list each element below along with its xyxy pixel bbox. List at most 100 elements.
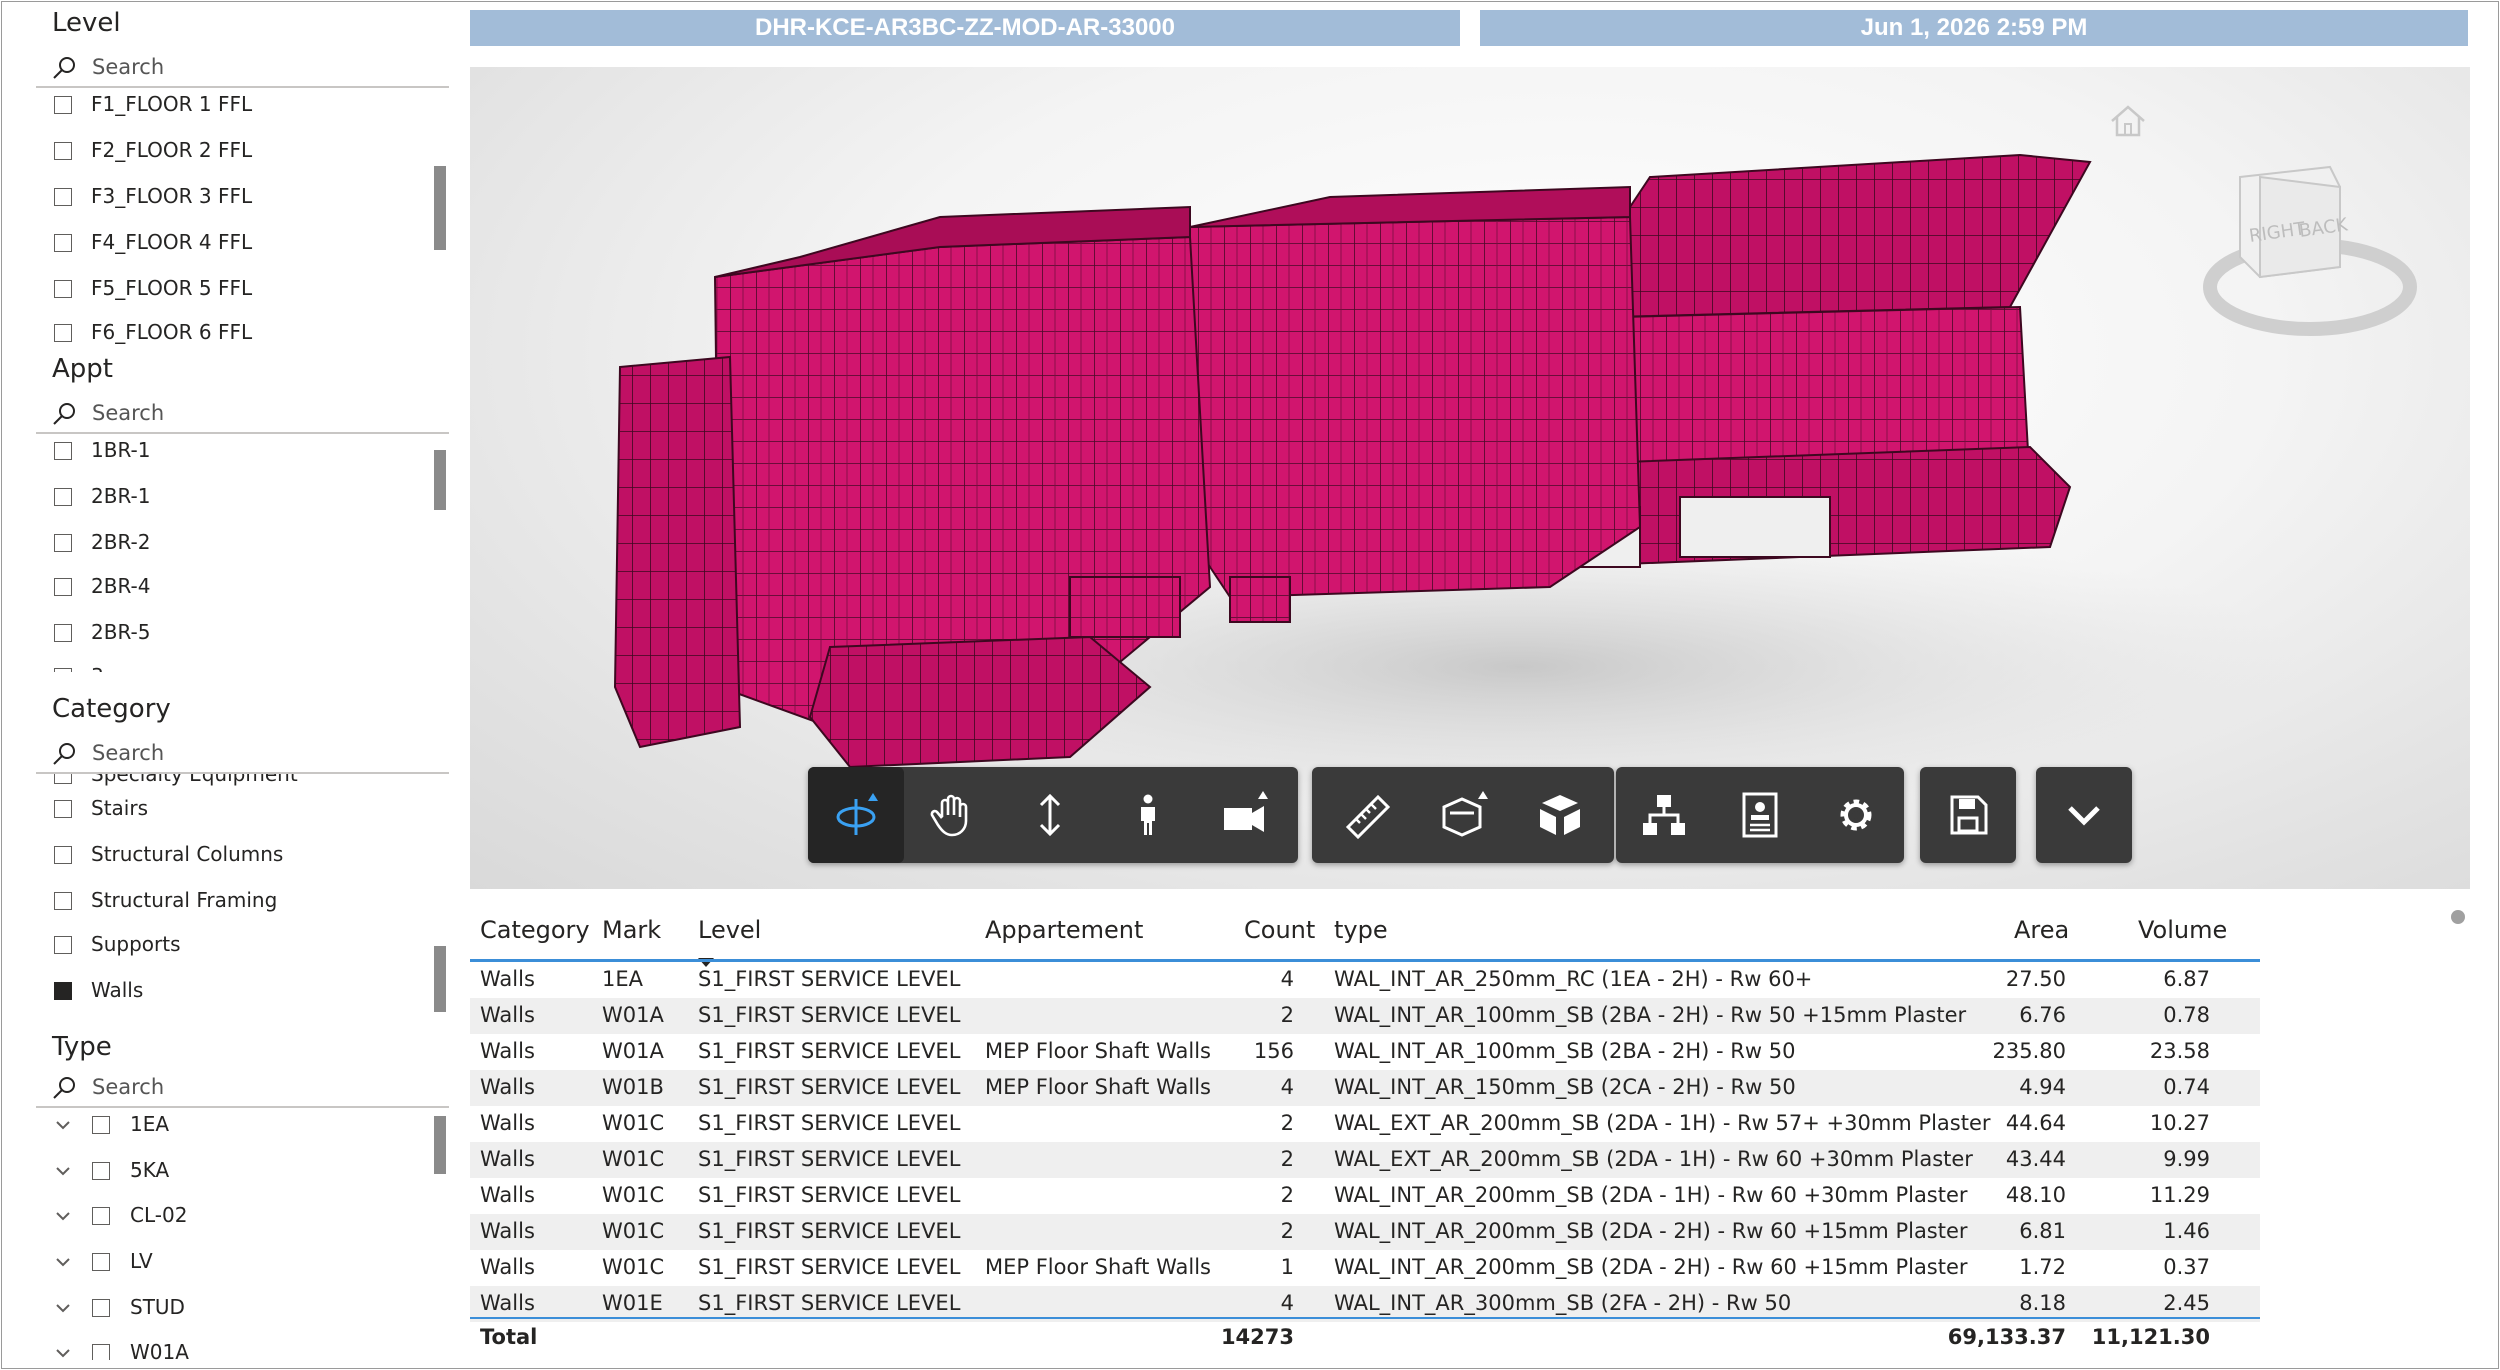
appt-search[interactable] (36, 396, 449, 434)
pan-button[interactable] (904, 767, 1000, 863)
level-scrollbar[interactable] (434, 166, 446, 250)
list-item[interactable]: F3_FLOOR 3 FFL (36, 182, 416, 216)
checkbox[interactable] (54, 936, 72, 954)
checkbox[interactable] (92, 1162, 110, 1180)
column-header-type[interactable]: type (1334, 916, 1388, 944)
table-row[interactable]: Walls W01A S1_FIRST SERVICE LEVEL 2 WAL_INT_… (470, 998, 2260, 1034)
explode-button[interactable] (1512, 767, 1608, 863)
column-header-level[interactable]: Level (698, 916, 761, 944)
checkbox[interactable] (54, 668, 72, 672)
list-item[interactable]: F5_FLOOR 5 FFL (36, 274, 416, 308)
checkbox[interactable] (54, 624, 72, 642)
appt-search-input[interactable] (92, 398, 422, 428)
checkbox[interactable] (54, 96, 72, 114)
column-header-mark[interactable]: Mark (602, 916, 661, 944)
chevron-down-icon[interactable] (52, 1251, 74, 1273)
checkbox[interactable] (54, 578, 72, 596)
tree-item[interactable]: CL-02 (36, 1201, 416, 1235)
table-row[interactable]: Walls W01C S1_FIRST SERVICE LEVEL 2 WAL_EXT_… (470, 1142, 2260, 1178)
level-search[interactable] (36, 50, 449, 88)
table-row[interactable]: Walls W01C S1_FIRST SERVICE LEVEL 2 WAL_INT_… (470, 1178, 2260, 1214)
checkbox[interactable] (92, 1344, 110, 1360)
table-row[interactable]: Walls W01C S1_FIRST SERVICE LEVEL 2 WAL_INT_… (470, 1214, 2260, 1250)
checkbox[interactable] (54, 188, 72, 206)
list-item[interactable]: 3 (36, 662, 416, 672)
walk-button[interactable] (1100, 767, 1196, 863)
chevron-down-icon[interactable] (52, 1114, 74, 1136)
list-item[interactable]: F4_FLOOR 4 FFL (36, 228, 416, 262)
save-button[interactable] (1920, 767, 2016, 863)
list-item[interactable]: 2BR-5 (36, 618, 416, 652)
tree-item[interactable]: W01A (36, 1338, 416, 1360)
chevron-down-icon[interactable] (52, 1342, 74, 1360)
appt-scrollbar[interactable] (434, 450, 446, 510)
measure-button[interactable] (1320, 767, 1416, 863)
column-header-appartement[interactable]: Appartement (985, 916, 1143, 944)
checkbox[interactable] (54, 280, 72, 298)
checkbox[interactable] (54, 534, 72, 552)
checkbox[interactable] (54, 324, 72, 342)
tree-item[interactable]: 1EA (36, 1110, 416, 1144)
table-row[interactable]: Walls W01C S1_FIRST SERVICE LEVEL 2 WAL_EXT_… (470, 1106, 2260, 1142)
chevron-down-icon[interactable] (52, 1160, 74, 1182)
column-header-volume[interactable]: Volume (2138, 916, 2227, 944)
checkbox[interactable] (54, 892, 72, 910)
checkbox[interactable] (54, 800, 72, 818)
3d-viewer[interactable]: RIGHT BACK (470, 67, 2470, 889)
chevron-down-icon[interactable] (52, 1297, 74, 1319)
list-item[interactable]: 2BR-2 (36, 528, 416, 562)
list-item[interactable]: Structural Framing (36, 886, 416, 920)
level-search-input[interactable] (92, 52, 422, 82)
list-item[interactable]: F1_FLOOR 1 FFL (36, 90, 416, 124)
column-header-category[interactable]: Category (480, 916, 590, 944)
orbit-button[interactable] (808, 767, 904, 863)
column-header-area[interactable]: Area (2014, 916, 2069, 944)
list-item[interactable]: F6_FLOOR 6 FFL (36, 318, 416, 344)
list-item[interactable]: 2BR-1 (36, 482, 416, 516)
checkbox[interactable] (54, 234, 72, 252)
checkbox-checked[interactable] (54, 982, 72, 1000)
table-row[interactable]: Walls W01C S1_FIRST SERVICE LEVEL MEP Floor… (470, 1250, 2260, 1286)
settings-button[interactable] (1808, 767, 1904, 863)
home-icon[interactable] (2111, 105, 2145, 137)
section-button[interactable] (1416, 767, 1512, 863)
checkbox[interactable] (54, 846, 72, 864)
list-item[interactable]: Specialty Equipment (36, 774, 416, 794)
zoom-button[interactable] (1002, 767, 1098, 863)
checkbox[interactable] (92, 1253, 110, 1271)
camera-button[interactable] (1198, 767, 1294, 863)
tree-item[interactable]: LV (36, 1247, 416, 1281)
checkbox[interactable] (54, 442, 72, 460)
list-item[interactable]: Supports (36, 930, 416, 964)
category-scrollbar[interactable] (434, 946, 446, 1012)
tree-item[interactable]: STUD (36, 1293, 416, 1327)
checkbox[interactable] (54, 142, 72, 160)
list-item[interactable]: 2BR-4 (36, 572, 416, 606)
checkbox[interactable] (92, 1299, 110, 1317)
checkbox[interactable] (92, 1207, 110, 1225)
model-browser-button[interactable] (1616, 767, 1712, 863)
table-row[interactable]: Walls W01B S1_FIRST SERVICE LEVEL MEP Floor… (470, 1070, 2260, 1106)
category-search[interactable] (36, 736, 449, 774)
list-item[interactable]: Stairs (36, 794, 416, 828)
table-row[interactable]: Walls W01A S1_FIRST SERVICE LEVEL MEP Floor… (470, 1034, 2260, 1070)
table-scroll-indicator[interactable] (2451, 910, 2465, 924)
viewcube[interactable]: RIGHT BACK (2203, 165, 2417, 336)
checkbox[interactable] (54, 488, 72, 506)
chevron-down-icon[interactable] (52, 1205, 74, 1227)
table-row[interactable]: Walls 1EA S1_FIRST SERVICE LEVEL 4 WAL_INT_A… (470, 962, 2260, 998)
list-item[interactable]: Structural Columns (36, 840, 416, 874)
tree-item[interactable]: 5KA (36, 1156, 416, 1190)
list-item[interactable]: F2_FLOOR 2 FFL (36, 136, 416, 170)
checkbox[interactable] (54, 774, 72, 784)
column-header-count[interactable]: Count (1244, 916, 1315, 944)
category-search-input[interactable] (92, 738, 422, 768)
building-model[interactable]: RIGHT BACK (470, 67, 2470, 889)
properties-button[interactable] (1712, 767, 1808, 863)
collapse-button[interactable] (2036, 767, 2132, 863)
list-item[interactable]: Walls (36, 976, 416, 1010)
list-item[interactable]: 1BR-1 (36, 436, 416, 470)
checkbox[interactable] (92, 1116, 110, 1134)
type-scrollbar[interactable] (434, 1116, 446, 1174)
type-search-input[interactable] (92, 1072, 422, 1102)
